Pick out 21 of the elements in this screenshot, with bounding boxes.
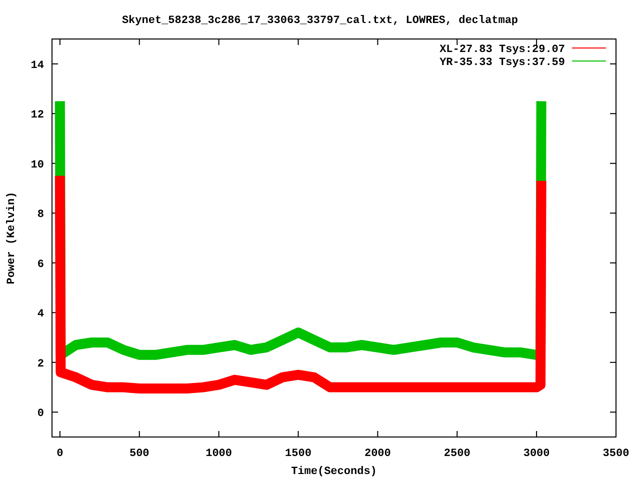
legend-label: YR-35.33 Tsys:37.59 xyxy=(440,57,565,69)
y-tick-label: 6 xyxy=(37,258,44,271)
y-axis-label: Power (Kelvin) xyxy=(6,192,18,284)
x-tick-label: 1500 xyxy=(285,448,312,460)
y-tick-label: 0 xyxy=(37,408,44,420)
chart-title: Skynet_58238_3c286_17_33063_33797_cal.txt, LOWRES, declatmap xyxy=(122,15,518,27)
x-tick-label: 3000 xyxy=(523,448,550,460)
legend-label: XL-27.83 Tsys:29.07 xyxy=(440,44,565,56)
y-tick-label: 10 xyxy=(30,159,44,172)
y-tick-label: 4 xyxy=(37,308,44,321)
x-tick-label: 2500 xyxy=(444,448,470,460)
x-tick-label: 1000 xyxy=(206,448,232,460)
x-tick-label: 3500 xyxy=(602,448,630,460)
x-axis-label: Time(Seconds) xyxy=(291,466,377,478)
y-tick-label: 8 xyxy=(37,209,44,222)
y-tick-label: 2 xyxy=(37,358,44,370)
y-tick-label: 14 xyxy=(30,60,44,72)
x-tick-label: 500 xyxy=(129,448,150,460)
y-tick-label: 12 xyxy=(30,110,44,122)
x-tick-label: 0 xyxy=(56,448,64,460)
x-tick-label: 2000 xyxy=(364,448,391,460)
